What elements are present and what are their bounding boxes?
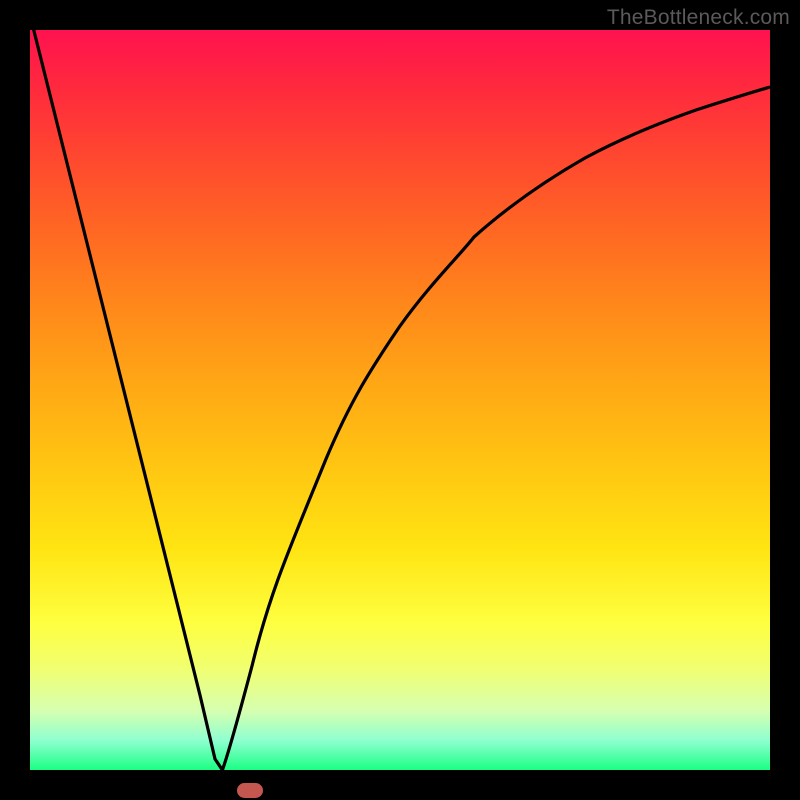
plot-area — [30, 30, 770, 770]
marker-bead — [237, 783, 263, 798]
watermark-text: TheBottleneck.com — [607, 6, 790, 30]
right-branch-line — [222, 87, 770, 770]
left-branch-line — [30, 30, 222, 770]
curve-svg — [30, 30, 770, 770]
chart-frame: TheBottleneck.com — [0, 0, 800, 800]
